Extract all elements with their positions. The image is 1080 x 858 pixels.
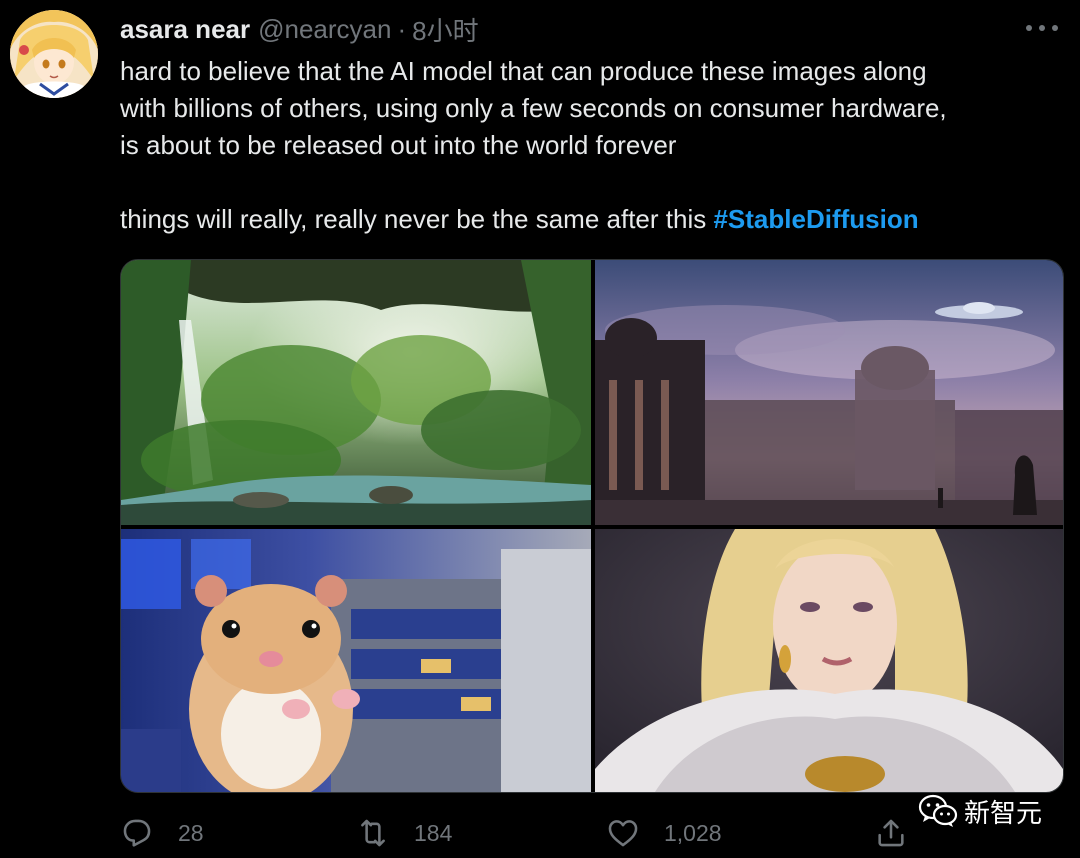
media-image-jungle[interactable] bbox=[121, 260, 591, 525]
tweet-text-line: things will really, really never be the … bbox=[120, 204, 714, 234]
retweet-button[interactable]: 184 bbox=[356, 812, 452, 854]
retweet-count: 184 bbox=[414, 819, 453, 846]
like-count: 1,028 bbox=[664, 819, 722, 846]
more-options-icon[interactable] bbox=[1026, 18, 1058, 38]
blonde-woman-portrait-image bbox=[595, 529, 1063, 792]
tweet-text-line: with billions of others, using only a fe… bbox=[120, 93, 947, 123]
user-handle[interactable]: @nearcyan bbox=[258, 14, 391, 45]
media-image-hamster[interactable] bbox=[121, 529, 591, 792]
ancient-city-ufo-image bbox=[595, 260, 1063, 525]
tweet-body: hard to believe that the AI model that c… bbox=[120, 53, 1060, 238]
display-name[interactable]: asara near bbox=[120, 14, 250, 45]
heart-icon bbox=[608, 820, 638, 847]
tweet-text-line: hard to believe that the AI model that c… bbox=[120, 56, 927, 86]
wechat-logo-icon bbox=[918, 794, 958, 827]
media-image-portrait[interactable] bbox=[595, 529, 1063, 792]
like-button[interactable]: 1,028 bbox=[606, 812, 722, 854]
tweet-text-line: is about to be released out into the wor… bbox=[120, 130, 677, 160]
reply-icon bbox=[123, 819, 151, 847]
tweet-text-second-paragraph: things will really, really never be the … bbox=[120, 201, 1060, 238]
hamster-spaceship-image bbox=[121, 529, 591, 792]
media-grid bbox=[120, 259, 1064, 793]
avatar[interactable] bbox=[10, 10, 98, 98]
watermark: 新智元 bbox=[918, 788, 1042, 834]
media-image-ancient-city[interactable] bbox=[595, 260, 1063, 525]
watermark-label: 新智元 bbox=[963, 798, 1042, 829]
retweet-icon bbox=[361, 819, 385, 847]
share-button[interactable] bbox=[874, 812, 908, 854]
jungle-cave-waterfall-image bbox=[121, 260, 591, 525]
tweet-actions: 28 184 1,028 bbox=[120, 812, 920, 854]
tweet-timestamp[interactable]: 8小时 bbox=[412, 11, 478, 48]
hashtag-link[interactable]: #StableDiffusion bbox=[713, 204, 918, 234]
reply-button[interactable]: 28 bbox=[120, 812, 204, 854]
reply-count: 28 bbox=[178, 819, 204, 846]
share-icon bbox=[878, 819, 904, 847]
tweet-header: asara near @nearcyan · 8小时 bbox=[120, 12, 479, 46]
header-separator: · bbox=[397, 13, 407, 44]
